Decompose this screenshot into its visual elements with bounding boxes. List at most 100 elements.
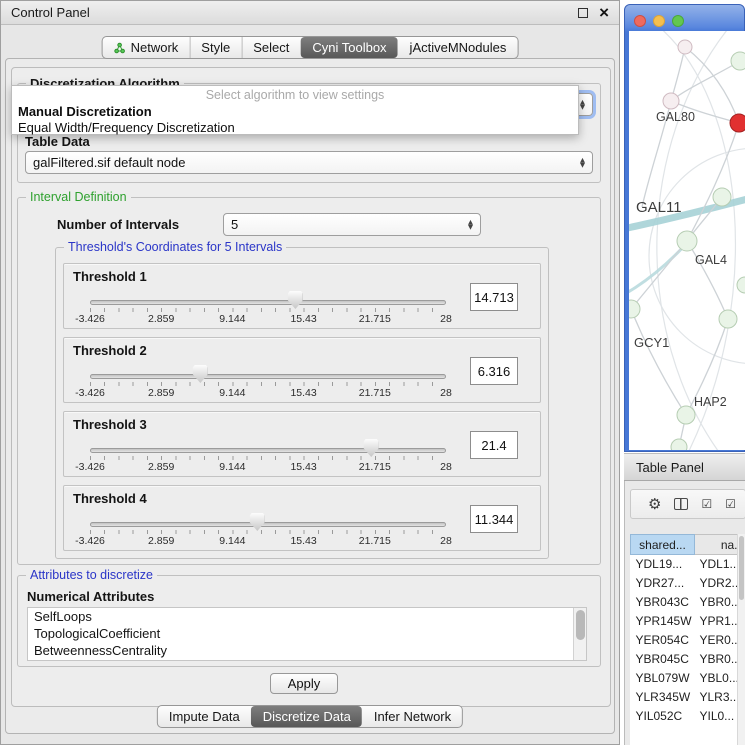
window-controls [634, 15, 684, 27]
network-node[interactable] [678, 40, 692, 54]
node-label: HAP2 [694, 395, 727, 409]
threshold-value-field[interactable]: 14.713 [470, 283, 518, 311]
table-row[interactable]: YPR145WYPR1... [631, 612, 738, 631]
tab-cyni-toolbox[interactable]: Cyni Toolbox [300, 37, 397, 58]
threshold-value-field[interactable]: 21.4 [470, 431, 518, 459]
column-header-name[interactable]: na... [695, 535, 738, 555]
list-item[interactable]: BetweennessCentrality [28, 642, 586, 659]
table-row[interactable]: YDL19...YDL1... [631, 555, 738, 574]
table-data-label: Table Data [25, 134, 90, 149]
table-panel: ⚙ ☑ ☑ shared... na... YDL19...YDL1... YD… [624, 481, 745, 745]
tab-label: Discretize Data [263, 709, 351, 724]
slider-thumb[interactable] [250, 513, 265, 531]
close-traffic-light-icon[interactable] [634, 15, 646, 27]
tab-discretize-data[interactable]: Discretize Data [251, 706, 362, 727]
columns-icon[interactable] [674, 498, 688, 510]
table-row[interactable]: YBR045CYBR0... [631, 650, 738, 669]
threshold-value-field[interactable]: 6.316 [470, 357, 518, 385]
scrollbar-thumb[interactable] [576, 610, 585, 640]
threshold-2-slider[interactable]: -3.426 2.859 9.144 15.43 21.715 28 [90, 338, 446, 402]
network-node[interactable] [677, 406, 695, 424]
slider-track [90, 300, 446, 305]
table-row[interactable]: YDR27...YDR2... [631, 574, 738, 593]
threshold-4-slider[interactable]: -3.426 2.859 9.144 15.43 21.715 28 [90, 486, 446, 550]
numerical-attributes-list[interactable]: SelfLoops TopologicalCoefficient Between… [27, 607, 587, 661]
popup-option-manual-discretization[interactable]: Manual Discretization [12, 103, 578, 119]
float-window-icon[interactable] [578, 8, 588, 18]
network-canvas[interactable]: GAL80 GAL11 GAL4 GCY1 HAP2 [629, 31, 745, 450]
slider-tick-labels: -3.426 2.859 9.144 15.43 21.715 28 [90, 461, 446, 473]
table-row[interactable]: YER054CYER0... [631, 631, 738, 650]
table-row[interactable]: YLR345WYLR3... [631, 688, 738, 707]
slider-thumb[interactable] [288, 291, 303, 309]
column-header-shared-name[interactable]: shared... [631, 535, 695, 555]
list-scrollbar[interactable] [573, 608, 586, 660]
select-none-checkbox-icon[interactable]: ☑ [725, 497, 736, 511]
threshold-value-field[interactable]: 11.344 [470, 505, 518, 533]
network-node[interactable] [719, 310, 737, 328]
slider-tick-labels: -3.426 2.859 9.144 15.43 21.715 28 [90, 535, 446, 547]
network-node[interactable] [671, 439, 687, 450]
scrollbar-thumb[interactable] [739, 536, 744, 600]
number-of-intervals-value: 5 [231, 217, 238, 232]
select-all-checkbox-icon[interactable]: ☑ [701, 497, 712, 511]
tab-jactivemnodules[interactable]: jActiveMNodules [398, 37, 518, 58]
thresholds-group-title: Threshold's Coordinates for 5 Intervals [64, 240, 286, 254]
threshold-3-slider[interactable]: -3.426 2.859 9.144 15.43 21.715 28 [90, 412, 446, 476]
number-of-intervals-dropdown[interactable]: 5 ▲▼ [223, 213, 481, 236]
node-label: GAL4 [695, 253, 727, 267]
table-scrollbar[interactable] [737, 534, 745, 745]
tab-label: Infer Network [374, 709, 451, 724]
network-node[interactable] [629, 300, 640, 318]
slider-thumb[interactable] [364, 439, 379, 457]
table-row[interactable]: YBL079WYBL0... [631, 669, 738, 688]
network-node[interactable] [737, 277, 745, 293]
slider-thumb[interactable] [193, 365, 208, 383]
table-row[interactable]: YIL052CYIL0... [631, 707, 738, 726]
network-node[interactable] [663, 93, 679, 109]
titlebar: Control Panel × [1, 1, 619, 25]
tab-infer-network[interactable]: Infer Network [362, 706, 462, 727]
window-title: Control Panel [11, 5, 90, 20]
tab-label: Select [253, 40, 289, 55]
minimize-traffic-light-icon[interactable] [653, 15, 665, 27]
table-row[interactable]: YBR043CYBR0... [631, 593, 738, 612]
stepper-icon: ▲▼ [580, 158, 585, 168]
network-view-window[interactable]: GAL80 GAL11 GAL4 GCY1 HAP2 [624, 4, 745, 452]
tab-impute-data[interactable]: Impute Data [158, 706, 251, 727]
popup-option-equal-width-frequency[interactable]: Equal Width/Frequency Discretization [12, 119, 578, 135]
popup-placeholder: Select algorithm to view settings [12, 88, 578, 103]
network-node[interactable] [731, 52, 745, 70]
tab-style[interactable]: Style [189, 37, 241, 58]
tab-network[interactable]: Network [103, 37, 190, 58]
network-icon [114, 42, 126, 54]
apply-button[interactable]: Apply [270, 673, 338, 694]
bottom-tab-bar: Impute Data Discretize Data Infer Networ… [157, 705, 463, 728]
node-label: GCY1 [634, 335, 669, 350]
network-node[interactable] [713, 188, 731, 206]
node-label: GAL11 [636, 199, 682, 216]
network-node[interactable] [677, 231, 697, 251]
slider-ticks [90, 382, 446, 386]
threshold-1-slider[interactable]: -3.426 2.859 9.144 15.43 21.715 28 [90, 264, 446, 328]
close-icon[interactable]: × [599, 7, 609, 19]
network-nodes [629, 40, 745, 450]
slider-tick-labels: -3.426 2.859 9.144 15.43 21.715 28 [90, 313, 446, 325]
table-data-dropdown[interactable]: galFiltered.sif default node ▲▼ [25, 151, 593, 174]
tab-label: Style [201, 40, 230, 55]
table-panel-header: Table Panel [624, 453, 745, 481]
attributes-group-title: Attributes to discretize [26, 568, 157, 582]
numerical-attributes-label: Numerical Attributes [27, 589, 154, 604]
zoom-traffic-light-icon[interactable] [672, 15, 684, 27]
slider-track [90, 522, 446, 527]
list-item[interactable]: TopologicalCoefficient [28, 625, 586, 642]
tab-select[interactable]: Select [241, 37, 300, 58]
settings-gear-icon[interactable]: ⚙ [648, 495, 661, 513]
top-tab-bar: Network Style Select Cyni Toolbox jActiv… [102, 36, 519, 59]
tab-label: Network [131, 40, 179, 55]
selected-node[interactable] [730, 114, 745, 132]
tab-label: jActiveMNodules [410, 40, 507, 55]
node-table[interactable]: shared... na... YDL19...YDL1... YDR27...… [630, 534, 737, 745]
list-item[interactable]: SelfLoops [28, 608, 586, 625]
node-label: GAL80 [656, 110, 695, 124]
